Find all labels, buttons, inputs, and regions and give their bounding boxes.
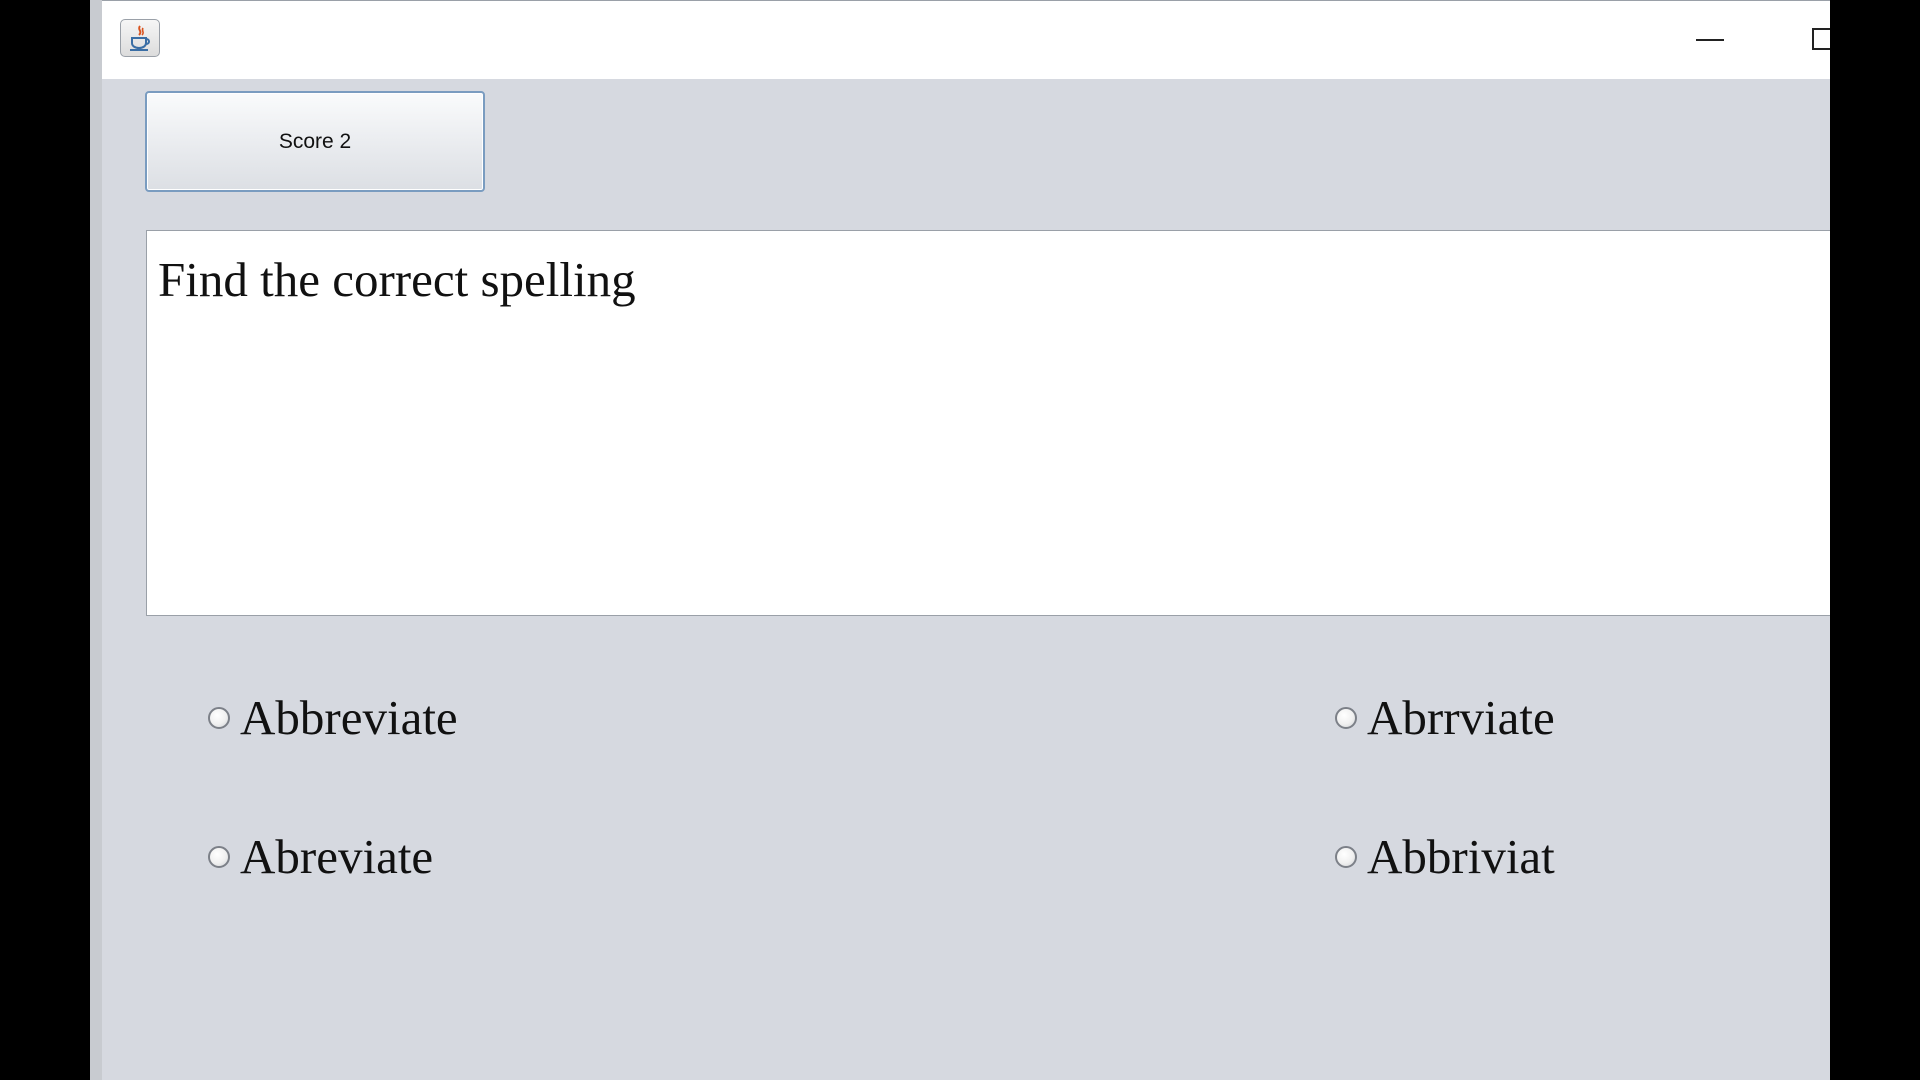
screen: Score 2 Find the correct spelling Abbrev… [0,0,1920,1080]
option-abbriviat[interactable]: Abbriviat [1335,832,1555,881]
score-button-label: Score 2 [278,129,352,153]
maximize-button[interactable] [1802,19,1830,61]
option-abbreviate[interactable]: Abbreviate [208,693,458,742]
app-window: Score 2 Find the correct spelling Abbrev… [90,0,1830,1080]
java-cup-glyph [130,25,150,51]
question-text: Find the correct spelling [158,252,636,307]
option-label: Abbriviat [1367,829,1555,884]
option-abrrviate[interactable]: Abrrviate [1335,693,1555,742]
title-bar [102,0,1830,79]
option-label: Abrrviate [1367,690,1555,745]
java-icon[interactable] [120,19,160,57]
minimize-button[interactable] [1680,19,1740,61]
radio-button[interactable] [208,706,230,729]
option-abreviate[interactable]: Abreviate [208,832,433,881]
score-button[interactable]: Score 2 [145,91,485,192]
option-label: Abreviate [240,829,434,884]
maximize-icon [1812,28,1830,50]
option-label: Abbreviate [240,690,458,745]
radio-button[interactable] [1335,706,1357,729]
minimize-icon [1696,39,1724,41]
radio-button[interactable] [1335,845,1357,868]
question-text-area[interactable]: Find the correct spelling [146,230,1830,616]
radio-button[interactable] [208,845,230,868]
